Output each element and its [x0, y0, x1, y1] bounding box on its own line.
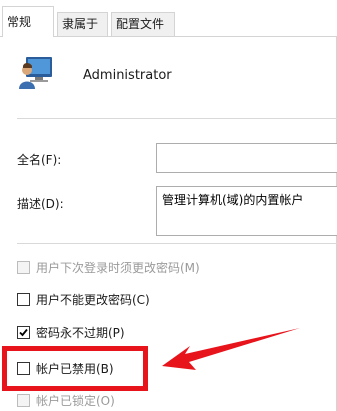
- tab-general-label: 常规: [7, 15, 32, 29]
- tab-general[interactable]: 常规: [2, 6, 54, 37]
- red-arrow-icon: [162, 328, 300, 370]
